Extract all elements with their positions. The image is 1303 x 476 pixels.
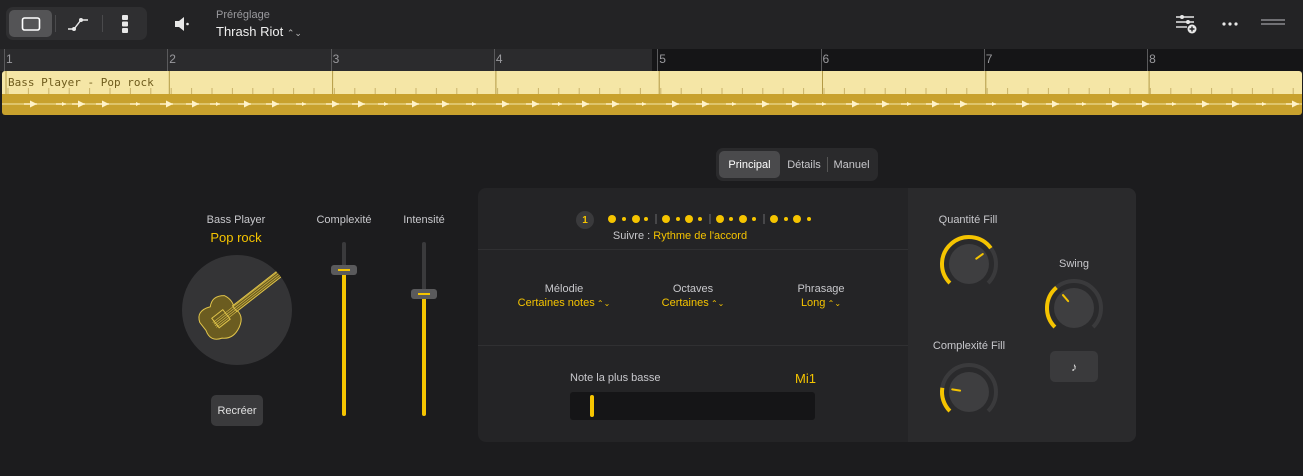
lowest-note-label: Note la plus basse [570,372,661,384]
beat-number[interactable]: 1 [576,211,594,229]
knob-value-arc [940,387,952,413]
intensity-slider[interactable] [411,242,437,416]
ruler-bar-line [820,49,822,71]
ruler-marks: 1 2 3 4 5 6 7 8 [0,49,1303,71]
tab-details[interactable]: Détails [782,151,826,178]
ruler-bar-number: 6 [822,52,830,66]
stacked-bars-icon [121,14,128,33]
player-name: Bass Player [206,214,266,226]
rhythm-pattern[interactable] [600,210,820,230]
ruler-bar-line [1147,49,1149,71]
more-options-icon[interactable] [1220,14,1240,39]
tab-manual[interactable]: Manuel [828,151,875,178]
ruler-bar-line [167,49,169,71]
follow-value: Rythme de l'accord [653,230,748,242]
knob-pointer [951,388,962,392]
region-view-button[interactable] [9,10,52,37]
ruler-bar-number: 8 [1149,52,1156,66]
stack-view-button[interactable] [103,10,146,37]
speaker-icon[interactable] [172,14,192,39]
region-pattern [2,71,1302,108]
ruler-bar-number: 1 [6,52,13,66]
fill-complexity-knob[interactable] [938,361,1000,423]
regenerate-button[interactable]: Recréer [211,395,263,426]
complexity-label: Complexité [316,214,372,226]
ruler-bar-number: 3 [332,52,340,66]
ruler-bar-number: 4 [495,52,503,66]
settings-sliders-icon[interactable] [1174,13,1198,40]
phrasing-selector[interactable]: Long ⌃⌄ [780,297,862,309]
player-avatar[interactable] [182,255,292,365]
swing-knob[interactable] [1043,277,1105,339]
bass-player-region[interactable]: Bass Player - Pop rock [2,71,1302,115]
complexity-slider[interactable] [331,242,357,416]
ruler-bar-line [657,49,659,71]
follow-label: Suivre : [612,230,651,242]
lowest-note-thumb[interactable] [590,395,595,417]
chevron-updown-icon: ⌃⌄ [708,299,725,308]
intensity-label: Intensité [403,214,445,226]
player-style: Pop rock [210,230,262,245]
ruler-bar-number: 2 [169,52,176,66]
drag-handle-icon[interactable] [1260,15,1286,34]
tab-principal[interactable]: Principal [719,151,780,178]
intensity-slider-thumb[interactable] [411,289,437,300]
phrasing-label: Phrasage [797,283,845,295]
follow-setting[interactable]: Suivre : Rythme de l'accord [600,230,760,242]
ruler-bar-line [493,49,495,71]
preset-caption: Préréglage [216,9,270,21]
ruler-bar-line [330,49,332,71]
bass-guitar-icon [198,269,284,340]
preset-selector[interactable]: Thrash Riot ⌃⌄ [216,24,302,39]
view-segmented-control [6,7,147,40]
automation-curve-icon [67,17,88,31]
knob-body [949,244,989,284]
melody-selector[interactable]: Certaines notes ⌃⌄ [504,297,624,309]
automation-view-button[interactable] [56,10,99,37]
melody-value: Certaines notes [517,297,595,309]
octaves-selector[interactable]: Certaines ⌃⌄ [648,297,738,309]
octaves-value: Certaines [661,297,709,309]
chevron-updown-icon: ⌃⌄ [286,28,302,38]
fill-amount-label: Quantité Fill [938,214,998,226]
lowest-note-slider[interactable] [570,392,815,420]
melody-label: Mélodie [544,283,584,295]
phrasing-value: Long [800,297,826,309]
complexity-slider-thumb[interactable] [331,264,357,275]
rectangle-icon [21,16,40,31]
swing-note-button[interactable]: ♪ [1050,351,1098,382]
toolbar [0,0,1303,50]
ruler-bar-line [4,49,5,71]
fill-amount-knob[interactable] [938,233,1000,295]
chevron-updown-icon: ⌃⌄ [825,299,842,308]
editor-tabs: Principal Détails Manuel [716,148,878,181]
ruler-bar-number: 5 [659,52,666,66]
octaves-label: Octaves [672,283,714,295]
swing-label: Swing [1059,258,1089,270]
ruler-bar-line [983,49,985,71]
chevron-updown-icon: ⌃⌄ [594,299,611,308]
ruler-bar-number: 7 [985,52,993,66]
fill-complexity-label: Complexité Fill [932,340,1006,352]
preset-name: Thrash Riot [216,24,284,39]
knob-body [949,372,989,412]
lowest-note-value: Mi1 [795,371,816,386]
eighth-note-icon: ♪ [1071,359,1077,374]
knob-body [1054,288,1094,328]
